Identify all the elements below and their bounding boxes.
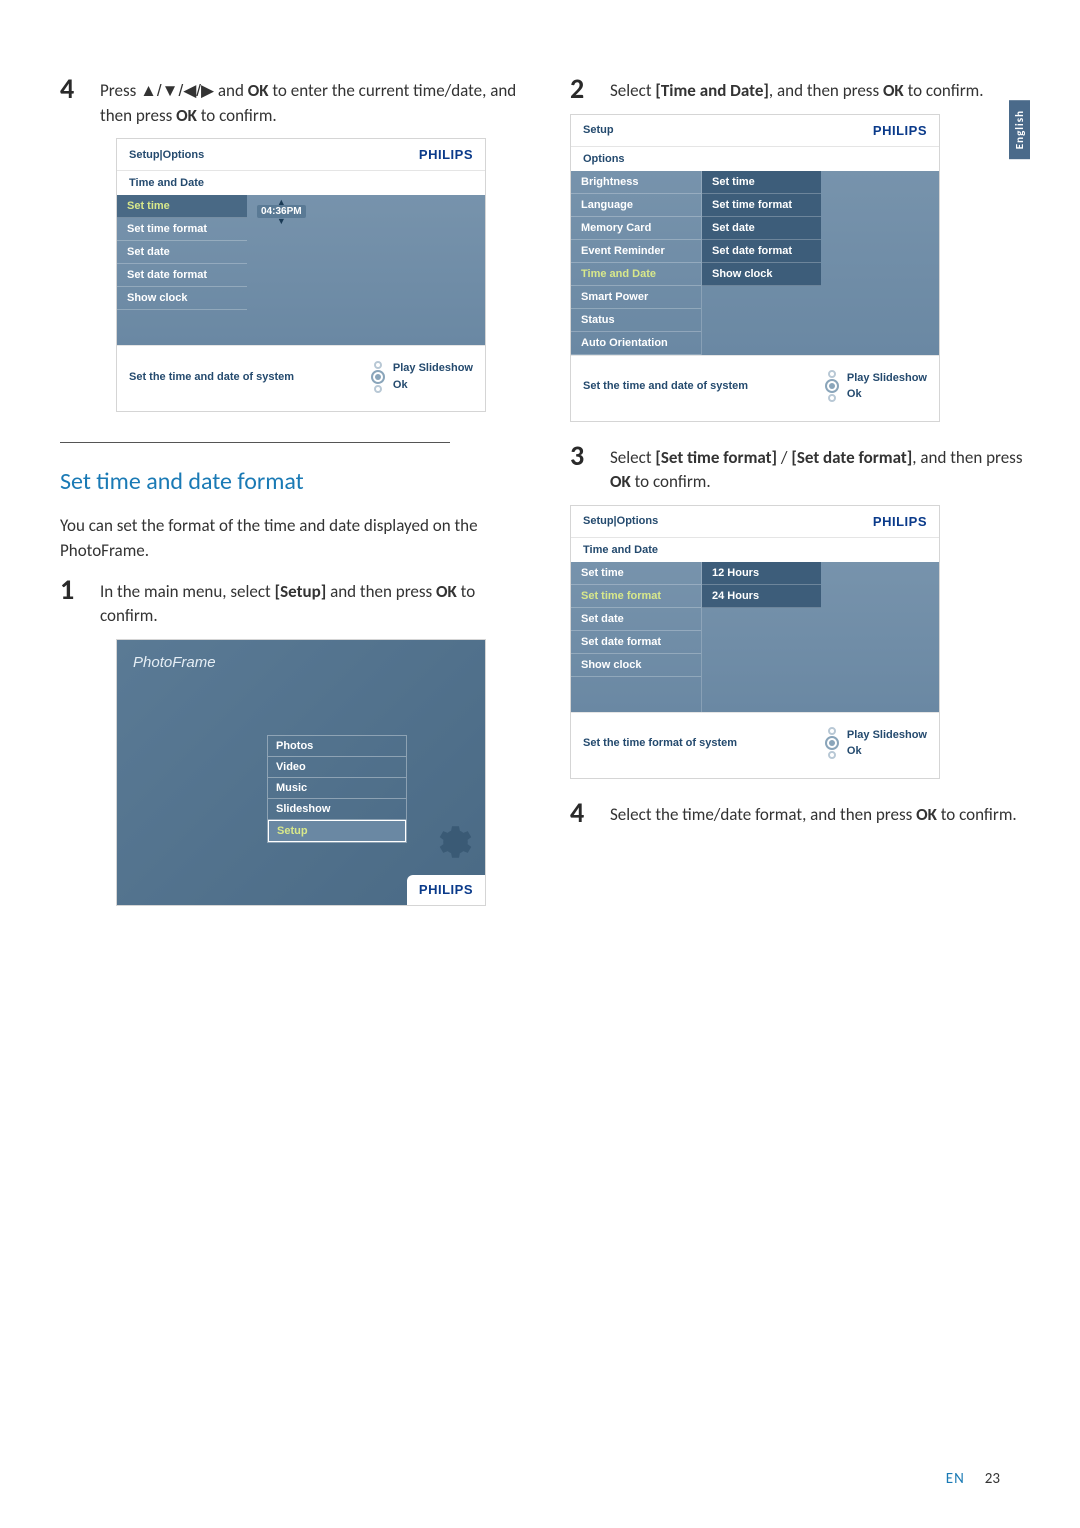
footer-hint: Set the time format of system [583, 737, 737, 749]
menu-area: Set time Set time format Set date Set da… [117, 195, 485, 345]
right-step-3: 3 Select [Set time format] / [Set date f… [570, 442, 1030, 495]
menu-col-2: Set time Set time format Set date Set da… [701, 171, 821, 355]
shot-breadcrumb: Setup|Options [583, 515, 658, 527]
step-text: Select [Set time format] / [Set date for… [610, 442, 1030, 495]
shot-breadcrumb: Setup|Options [129, 149, 204, 161]
menu-item[interactable]: Show clock [571, 654, 701, 677]
submenu-item[interactable]: 24 Hours [702, 585, 821, 608]
nav-play-slideshow: Play Slideshow [393, 360, 473, 377]
screenshot-time-format: Setup|Options PHILIPS Time and Date Set … [570, 505, 940, 779]
nav-ok: Ok [847, 743, 927, 760]
menu-item[interactable]: Set time format [117, 218, 247, 241]
step-number: 2 [570, 75, 592, 104]
submenu-item[interactable]: Set date format [702, 240, 821, 263]
left-step-4: 4 Press ▲/▼/◀/▶ and OK to enter the curr… [60, 75, 520, 128]
section-intro: You can set the format of the time and d… [60, 514, 520, 563]
footer-hint: Set the time and date of system [129, 371, 294, 383]
menu-item-selected[interactable]: Time and Date [571, 263, 701, 286]
philips-logo: PHILIPS [419, 147, 473, 162]
menu-item[interactable]: Slideshow [268, 799, 406, 820]
right-column: 2 Select [Time and Date], and then press… [570, 75, 1030, 926]
menu-item[interactable]: Set time [571, 562, 701, 585]
nav-widget: Play Slideshow Ok [371, 360, 473, 393]
menu-item[interactable]: Status [571, 309, 701, 332]
main-menu: Photos Video Music Slideshow Setup [267, 735, 407, 843]
menu-item[interactable]: Brightness [571, 171, 701, 194]
language-tab: English [1009, 100, 1030, 159]
menu-item[interactable]: Set date format [117, 264, 247, 287]
philips-logo: PHILIPS [873, 123, 927, 138]
menu-col-1: Set time Set time format Set date Set da… [571, 562, 701, 712]
gear-icon [431, 821, 473, 863]
step-number: 4 [60, 75, 82, 128]
nav-circles-icon [825, 727, 839, 759]
shot-breadcrumb: Setup [583, 124, 614, 136]
menu-item-selected[interactable]: Setup [268, 820, 406, 842]
screenshot-set-time: Setup|Options PHILIPS Time and Date Set … [116, 138, 486, 412]
footer-page-number: 23 [985, 1470, 1000, 1488]
menu-item[interactable]: Smart Power [571, 286, 701, 309]
nav-circles-icon [825, 370, 839, 402]
section-divider [60, 442, 450, 443]
menu-item[interactable]: Show clock [117, 287, 247, 310]
submenu-item[interactable]: Set date [702, 217, 821, 240]
shot-subheader: Options [571, 146, 939, 171]
submenu-item[interactable]: Set time [702, 171, 821, 194]
step-number: 3 [570, 442, 592, 495]
menu-col-1: Set time Set time format Set date Set da… [117, 195, 247, 345]
philips-logo: PHILIPS [873, 514, 927, 529]
section-heading: Set time and date format [60, 467, 520, 496]
menu-item[interactable]: Video [268, 757, 406, 778]
left-step-1: 1 In the main menu, select [Setup] and t… [60, 576, 520, 629]
logo-wrap: PHILIPS [407, 875, 485, 905]
menu-item[interactable]: Language [571, 194, 701, 217]
menu-area: Set time Set time format Set date Set da… [571, 562, 939, 712]
menu-area: Brightness Language Memory Card Event Re… [571, 171, 939, 355]
time-spinner[interactable]: ▲ 04:36PM ▼ [257, 199, 306, 224]
photoframe-title: PhotoFrame [117, 640, 485, 685]
menu-item[interactable]: Set date format [571, 631, 701, 654]
nav-ok: Ok [847, 386, 927, 403]
right-step-2: 2 Select [Time and Date], and then press… [570, 75, 1030, 104]
menu-item[interactable]: Photos [268, 736, 406, 757]
nav-play-slideshow: Play Slideshow [847, 370, 927, 387]
footer-lang: EN [946, 1470, 965, 1488]
step-number: 4 [570, 799, 592, 828]
menu-item[interactable]: Event Reminder [571, 240, 701, 263]
philips-logo: PHILIPS [419, 882, 473, 897]
right-step-4: 4 Select the time/date format, and then … [570, 799, 1030, 828]
page-footer: EN 23 [946, 1470, 1000, 1488]
menu-item[interactable]: Memory Card [571, 217, 701, 240]
nav-ok: Ok [393, 377, 473, 394]
menu-item-selected[interactable]: Set time format [571, 585, 701, 608]
menu-col-2: 12 Hours 24 Hours [701, 562, 821, 712]
shot-subheader: Time and Date [117, 170, 485, 195]
submenu-item[interactable]: Show clock [702, 263, 821, 286]
left-column: 4 Press ▲/▼/◀/▶ and OK to enter the curr… [60, 75, 520, 926]
nav-circles-icon [371, 361, 385, 393]
step-text: Press ▲/▼/◀/▶ and OK to enter the curren… [100, 75, 520, 128]
shot-subheader: Time and Date [571, 537, 939, 562]
step-text: In the main menu, select [Setup] and the… [100, 576, 520, 629]
submenu-item[interactable]: 12 Hours [702, 562, 821, 585]
footer-hint: Set the time and date of system [583, 380, 748, 392]
menu-col-1: Brightness Language Memory Card Event Re… [571, 171, 701, 355]
spinner-down-icon[interactable]: ▼ [257, 218, 306, 224]
submenu-item[interactable]: Set time format [702, 194, 821, 217]
nav-play-slideshow: Play Slideshow [847, 727, 927, 744]
nav-widget: Play Slideshow Ok [825, 727, 927, 760]
step-text: Select [Time and Date], and then press O… [610, 75, 984, 104]
menu-item[interactable]: Set date [117, 241, 247, 264]
menu-item[interactable]: Set date [571, 608, 701, 631]
nav-widget: Play Slideshow Ok [825, 370, 927, 403]
step-text: Select the time/date format, and then pr… [610, 799, 1017, 828]
menu-item[interactable]: Music [268, 778, 406, 799]
menu-item[interactable]: Auto Orientation [571, 332, 701, 355]
screenshot-main-menu: PhotoFrame Photos Video Music Slideshow … [116, 639, 486, 906]
step-number: 1 [60, 576, 82, 629]
dpad-arrows: ▲/▼/◀/▶ [140, 81, 214, 100]
screenshot-setup-options: Setup PHILIPS Options Brightness Languag… [570, 114, 940, 422]
menu-item[interactable]: Set time [117, 195, 247, 218]
